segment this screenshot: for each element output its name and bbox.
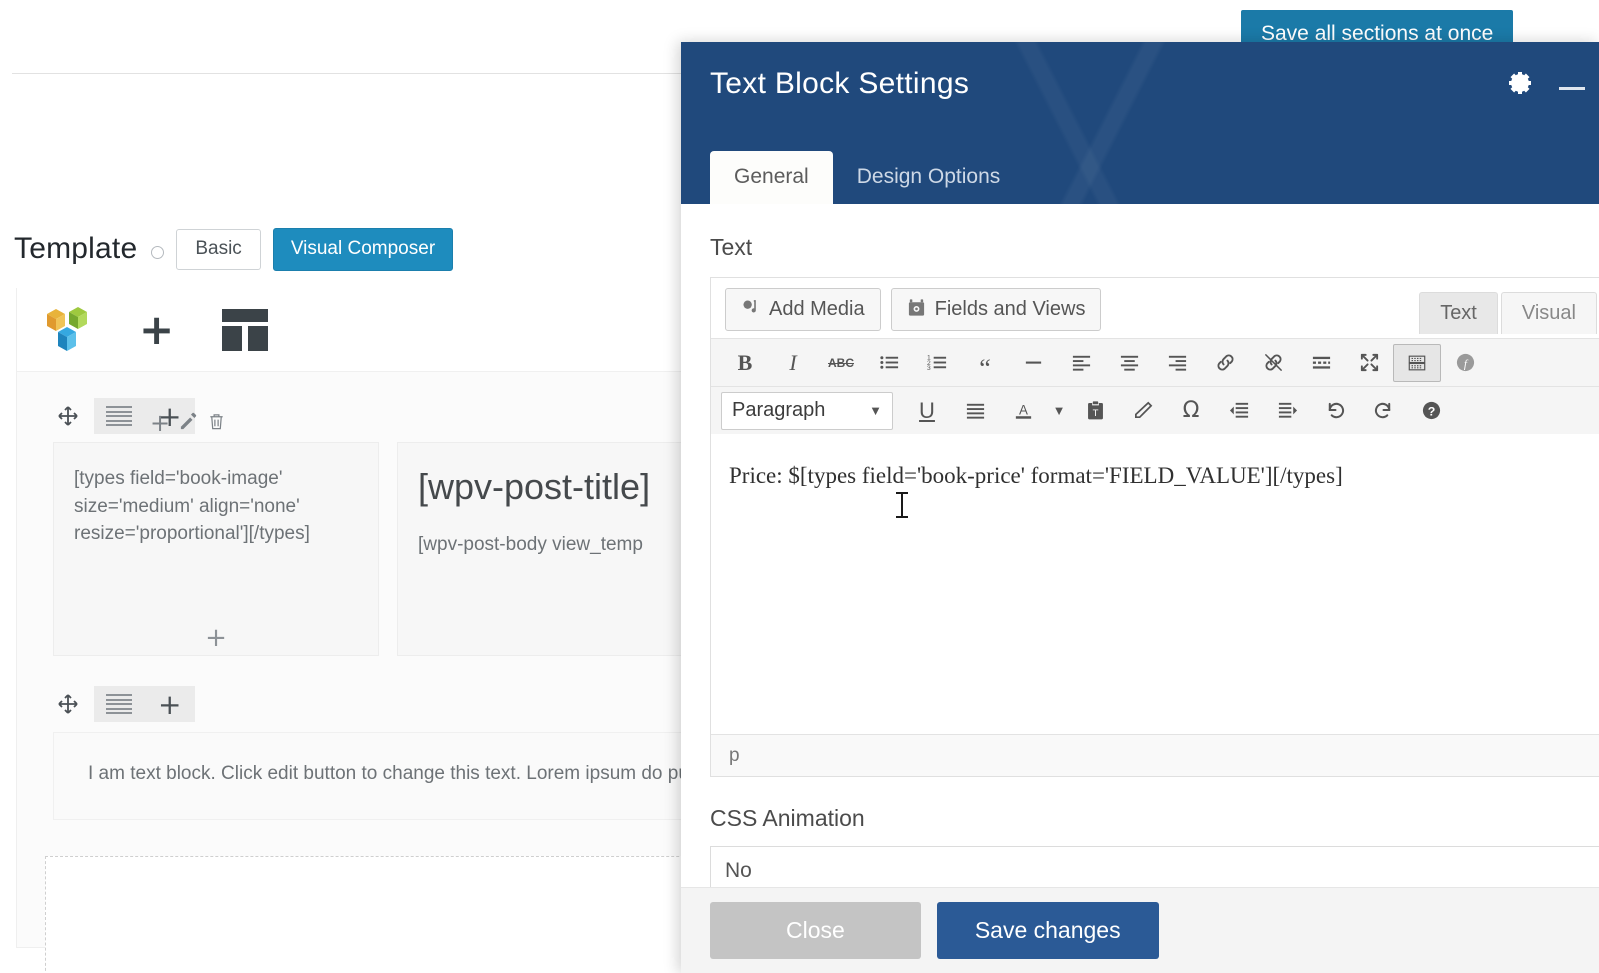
paragraph-format-select[interactable]: Paragraph ▼ — [721, 391, 893, 430]
special-character-icon[interactable]: Ω — [1167, 392, 1215, 430]
numbered-list-icon[interactable]: 1 2 3 — [913, 344, 961, 382]
close-button[interactable]: Close — [710, 902, 921, 959]
modal-title: Text Block Settings — [710, 67, 970, 100]
row-settings-icon[interactable] — [93, 398, 145, 434]
modal-tabs: General Design Options — [710, 150, 1025, 204]
add-media-label: Add Media — [769, 298, 865, 320]
tab-design-options[interactable]: Design Options — [833, 151, 1025, 204]
css-animation-select[interactable]: No — [710, 846, 1599, 887]
indent-icon[interactable] — [1263, 392, 1311, 430]
align-right-icon[interactable] — [1153, 344, 1201, 382]
toggle-toolbar-icon[interactable] — [1393, 343, 1441, 382]
editor-tab-visual[interactable]: Visual — [1500, 292, 1597, 334]
editor-content-text: Price: $[types field='book-price' format… — [729, 463, 1343, 488]
fields-and-views-button[interactable]: Fields and Views — [890, 287, 1102, 331]
template-basic-button[interactable]: Basic — [176, 229, 261, 270]
modal-body: Text Add Media Fields and Views Text Vis… — [681, 204, 1599, 887]
svg-text:T: T — [1092, 408, 1098, 419]
text-color-chevron-icon[interactable]: ▼ — [1047, 392, 1071, 430]
screen: Template Basic Visual Composer + + + [ty… — [0, 0, 1599, 973]
underline-icon[interactable]: U — [903, 392, 951, 430]
minimize-icon[interactable] — [1559, 86, 1585, 90]
wp-editor: Add Media Fields and Views Text Visual B… — [710, 277, 1599, 777]
keyboard-shortcuts-icon[interactable]: ? — [1407, 392, 1455, 430]
row-settings-icon-2[interactable] — [93, 686, 145, 722]
template-label: Template — [14, 232, 138, 266]
paragraph-format-value: Paragraph — [732, 399, 826, 421]
svg-text:A: A — [1019, 402, 1028, 417]
italic-icon[interactable]: I — [769, 344, 817, 382]
chevron-down-icon: ▼ — [869, 403, 882, 418]
vc-element-book-image[interactable]: + [types field='book-image' size='medium… — [53, 411, 379, 656]
svg-text:3: 3 — [927, 365, 931, 372]
blockquote-icon[interactable]: “ — [961, 344, 1009, 382]
editor-mode-tabs: Text Visual — [1419, 292, 1597, 334]
editor-toolbar-row-1: B I ABC 1 2 3 “ f — [711, 338, 1599, 386]
pencil-icon[interactable] — [179, 412, 198, 435]
tab-general[interactable]: General — [710, 150, 833, 204]
bulleted-list-icon[interactable] — [865, 344, 913, 382]
bold-icon[interactable]: B — [721, 344, 769, 382]
align-left-icon[interactable] — [1057, 344, 1105, 382]
editor-tab-text[interactable]: Text — [1419, 292, 1498, 334]
move-handle-icon-2[interactable] — [43, 686, 94, 722]
fields-and-views-label: Fields and Views — [934, 298, 1086, 320]
text-color-icon[interactable]: A — [999, 392, 1047, 430]
css-animation-label: CSS Animation — [710, 805, 865, 831]
move-handle-icon[interactable] — [43, 398, 94, 434]
align-center-icon[interactable] — [1105, 344, 1153, 382]
text-block-settings-modal: Text Block Settings General Design Optio… — [681, 42, 1599, 973]
element-add-icon[interactable]: + — [150, 411, 170, 435]
formatting-icon[interactable]: f — [1441, 344, 1489, 382]
modal-footer: Close Save changes — [681, 887, 1599, 973]
editor-content-area[interactable]: Price: $[types field='book-price' format… — [711, 434, 1599, 734]
editor-element-path: p — [729, 744, 740, 766]
fields-views-icon — [907, 298, 926, 321]
gear-icon[interactable] — [1507, 70, 1533, 96]
read-more-icon[interactable] — [1297, 344, 1345, 382]
editor-status-bar: p — [711, 734, 1599, 776]
row-add-icon-2[interactable]: + — [144, 686, 196, 722]
text-cursor-icon — [896, 492, 908, 518]
book-image-shortcode: [types field='book-image' size='medium' … — [74, 468, 310, 545]
paste-as-text-icon[interactable]: T — [1071, 392, 1119, 430]
template-visual-composer-button[interactable]: Visual Composer — [272, 228, 454, 271]
text-field-label: Text — [710, 234, 753, 260]
column-add-icon[interactable]: + — [205, 625, 227, 651]
strikethrough-icon[interactable]: ABC — [817, 344, 865, 382]
modal-header: Text Block Settings General Design Optio… — [681, 42, 1599, 204]
unlink-icon[interactable] — [1249, 344, 1297, 382]
add-media-button[interactable]: Add Media — [725, 287, 881, 331]
editor-media-row: Add Media Fields and Views Text Visual — [711, 278, 1599, 338]
trash-icon[interactable] — [207, 412, 226, 435]
add-element-icon[interactable]: + — [139, 308, 174, 351]
fullscreen-icon[interactable] — [1345, 344, 1393, 382]
save-changes-button[interactable]: Save changes — [936, 902, 1159, 959]
redo-icon[interactable] — [1359, 392, 1407, 430]
css-animation-value: No — [725, 859, 752, 882]
undo-icon[interactable] — [1311, 392, 1359, 430]
insert-link-icon[interactable] — [1201, 344, 1249, 382]
template-selector-row: Template Basic Visual Composer — [14, 228, 454, 271]
horizontal-rule-icon[interactable] — [1009, 344, 1057, 382]
layout-grid-icon[interactable] — [222, 308, 269, 351]
editor-toolbar-row-2: Paragraph ▼ U A ▼ T Ω ? — [711, 386, 1599, 434]
row-controls-2: + — [43, 686, 196, 722]
svg-text:?: ? — [1427, 404, 1435, 418]
add-media-icon — [741, 298, 760, 321]
clear-formatting-icon[interactable] — [1119, 392, 1167, 430]
outdent-icon[interactable] — [1215, 392, 1263, 430]
help-icon[interactable] — [151, 245, 165, 259]
element-actions-1: + — [150, 411, 226, 435]
justify-icon[interactable] — [951, 392, 999, 430]
visual-composer-logo — [43, 304, 91, 356]
modal-header-icons — [1507, 70, 1585, 96]
